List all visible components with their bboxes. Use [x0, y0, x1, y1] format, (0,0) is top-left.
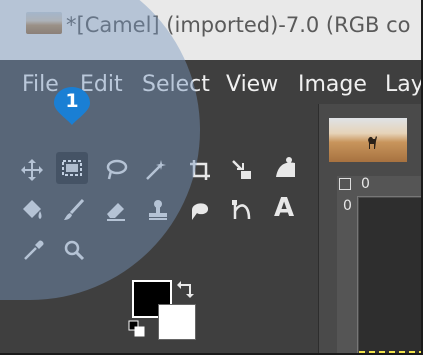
camel-image-thumbnail-icon	[26, 12, 62, 34]
color-picker-tool[interactable]	[18, 234, 50, 266]
menu-image[interactable]: Image	[298, 72, 367, 97]
menu-layer[interactable]: Lay	[385, 72, 421, 97]
vertical-ruler: 0	[337, 196, 358, 353]
rect-select-icon	[62, 160, 82, 176]
fuzzy-select-tool[interactable]	[140, 154, 172, 186]
bucket-icon	[23, 200, 42, 219]
menu-select[interactable]: Select	[142, 72, 210, 97]
eraser-icon	[107, 203, 125, 221]
unified-transform-tool[interactable]	[226, 154, 258, 186]
bucket-fill-tool[interactable]	[16, 194, 48, 226]
horizontal-ruler: 0	[337, 176, 421, 197]
camel-figure-icon	[368, 136, 377, 149]
window-title: *[Camel] (imported)-7.0 (RGB co	[66, 13, 411, 37]
rect-select-tool[interactable]	[56, 152, 88, 184]
image-tab-thumbnail[interactable]	[329, 118, 407, 162]
clone-tool[interactable]	[142, 194, 174, 226]
canvas[interactable]	[359, 198, 421, 353]
eyedropper-icon	[24, 240, 44, 260]
gimp-window: *[Camel] (imported)-7.0 (RGB co File Edi…	[0, 0, 423, 355]
title-bar: *[Camel] (imported)-7.0 (RGB co	[0, 0, 421, 60]
smudge-tool[interactable]	[184, 194, 216, 226]
lasso-icon	[106, 159, 128, 180]
smudge-icon	[192, 203, 209, 220]
ruler-zero-label: 0	[361, 176, 370, 192]
stamp-icon	[149, 200, 167, 220]
step-marker: 1	[52, 86, 92, 126]
move-tool[interactable]	[16, 154, 48, 186]
paths-icon	[232, 200, 251, 220]
crop-icon	[190, 160, 210, 180]
background-color-swatch[interactable]	[158, 304, 196, 340]
paths-tool[interactable]	[226, 194, 258, 226]
warp-transform-tool[interactable]	[270, 152, 302, 184]
free-select-tool[interactable]	[100, 154, 132, 186]
step-number: 1	[65, 90, 79, 112]
swap-colors-icon[interactable]	[176, 279, 196, 299]
move-arrows-icon	[21, 159, 43, 181]
warp-icon	[276, 157, 295, 177]
image-canvas-panel: 0 0	[318, 104, 421, 353]
ruler-zero-label-vertical: 0	[343, 198, 352, 214]
magnifier-icon	[64, 240, 85, 261]
paintbrush-tool[interactable]	[58, 194, 90, 226]
quick-mask-toggle-icon[interactable]	[339, 178, 351, 190]
menu-view[interactable]: View	[226, 72, 278, 97]
magic-wand-icon	[146, 160, 166, 180]
reset-colors-icon[interactable]	[128, 320, 146, 338]
transform-icon	[232, 160, 251, 179]
brush-icon	[64, 198, 85, 220]
eraser-tool[interactable]	[100, 194, 132, 226]
text-tool[interactable]: A	[268, 192, 300, 224]
zoom-tool[interactable]	[58, 234, 90, 266]
canvas-boundary	[359, 351, 421, 353]
text-icon: A	[273, 193, 295, 223]
crop-tool[interactable]	[184, 154, 216, 186]
